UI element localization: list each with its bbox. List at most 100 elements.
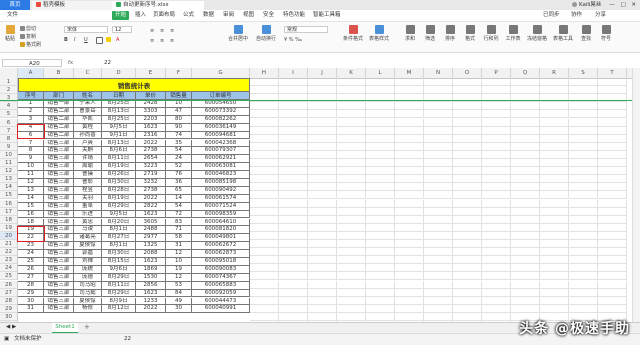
- cell[interactable]: [598, 215, 627, 224]
- table-cell[interactable]: 31: [166, 242, 192, 251]
- row-header-15[interactable]: 15: [0, 191, 18, 200]
- cell[interactable]: [424, 150, 453, 159]
- table-cell[interactable]: 2316: [136, 131, 166, 140]
- cell[interactable]: [366, 167, 395, 176]
- column-header-k[interactable]: K: [337, 68, 366, 78]
- cell[interactable]: [395, 126, 424, 135]
- fill-color-button[interactable]: [106, 37, 112, 43]
- cell[interactable]: [366, 110, 395, 119]
- cell[interactable]: [308, 223, 337, 232]
- cell[interactable]: [540, 191, 569, 200]
- cell[interactable]: [511, 183, 540, 192]
- cell[interactable]: [337, 199, 366, 208]
- cell[interactable]: [279, 280, 308, 289]
- cell[interactable]: [308, 231, 337, 240]
- cell[interactable]: [598, 296, 627, 305]
- column-header-d[interactable]: D: [102, 68, 136, 78]
- cell[interactable]: [279, 183, 308, 192]
- header-cell[interactable]: 部门: [44, 92, 74, 101]
- cell[interactable]: [453, 264, 482, 273]
- cell[interactable]: [569, 215, 598, 224]
- cell[interactable]: [569, 240, 598, 249]
- column-header-l[interactable]: L: [366, 68, 395, 78]
- cell[interactable]: [540, 175, 569, 184]
- table-cell[interactable]: 76: [166, 171, 192, 179]
- row-header-8[interactable]: 8: [0, 134, 18, 143]
- table-cell[interactable]: 1325: [136, 242, 166, 251]
- column-header-p[interactable]: P: [482, 68, 511, 78]
- cell[interactable]: [511, 126, 540, 135]
- table-cell[interactable]: 3605: [136, 218, 166, 227]
- table-cell[interactable]: 郭嘉: [74, 250, 102, 258]
- table-cell[interactable]: 销售二部: [44, 123, 74, 132]
- cell[interactable]: [366, 175, 395, 184]
- table-cell[interactable]: 53: [166, 281, 192, 290]
- cell[interactable]: [540, 126, 569, 135]
- cell[interactable]: [308, 272, 337, 281]
- table-cell[interactable]: 28: [18, 281, 44, 290]
- cell[interactable]: [308, 175, 337, 184]
- cell[interactable]: [395, 296, 424, 305]
- table-cell[interactable]: 19: [166, 265, 192, 274]
- cell[interactable]: [569, 264, 598, 273]
- cell[interactable]: [598, 240, 627, 249]
- cell[interactable]: [395, 142, 424, 151]
- table-cell[interactable]: 600090083: [192, 265, 250, 274]
- font-color-button[interactable]: A: [116, 37, 119, 43]
- cell[interactable]: [337, 86, 366, 95]
- cell[interactable]: [511, 248, 540, 257]
- table-cell[interactable]: 8月19日: [102, 163, 136, 172]
- header-cell[interactable]: 单价: [136, 92, 166, 101]
- cell[interactable]: [337, 272, 366, 281]
- cell[interactable]: [279, 296, 308, 305]
- table-cell[interactable]: 600062921: [192, 155, 250, 164]
- cell[interactable]: [453, 159, 482, 168]
- cell[interactable]: [250, 256, 279, 265]
- cell[interactable]: [453, 183, 482, 192]
- cell[interactable]: [337, 215, 366, 224]
- cell[interactable]: [279, 223, 308, 232]
- cell[interactable]: [337, 118, 366, 127]
- cell[interactable]: [453, 248, 482, 257]
- underline-button[interactable]: U: [84, 37, 88, 43]
- table-cell[interactable]: 销售三部: [44, 210, 74, 219]
- vertical-scrollbar[interactable]: [632, 68, 640, 332]
- cell[interactable]: [308, 240, 337, 249]
- column-header-s[interactable]: S: [569, 68, 598, 78]
- symbol-button[interactable]: 符号: [598, 25, 614, 42]
- cell[interactable]: [511, 110, 540, 119]
- cell[interactable]: [424, 142, 453, 151]
- cell[interactable]: [308, 199, 337, 208]
- cell[interactable]: [482, 264, 511, 273]
- cell[interactable]: [453, 167, 482, 176]
- cell[interactable]: [337, 207, 366, 216]
- cell[interactable]: [337, 248, 366, 257]
- table-cell[interactable]: 销售三部: [44, 202, 74, 211]
- table-cell[interactable]: 18: [18, 218, 44, 227]
- cell[interactable]: [598, 207, 627, 216]
- cell[interactable]: [366, 264, 395, 273]
- close-icon[interactable]: ✕: [631, 2, 636, 8]
- cell[interactable]: [279, 175, 308, 184]
- cell[interactable]: [569, 191, 598, 200]
- cell[interactable]: [308, 118, 337, 127]
- table-cell[interactable]: 8月6日: [102, 147, 136, 156]
- cell[interactable]: [366, 126, 395, 135]
- table-cell[interactable]: 2654: [136, 155, 166, 164]
- cell[interactable]: [482, 102, 511, 111]
- cell[interactable]: [540, 296, 569, 305]
- cell[interactable]: [453, 288, 482, 297]
- cell[interactable]: [511, 118, 540, 127]
- cell[interactable]: [511, 256, 540, 265]
- column-header-i[interactable]: I: [279, 68, 308, 78]
- cell[interactable]: [540, 256, 569, 265]
- cell[interactable]: [337, 280, 366, 289]
- menu-smart-tools[interactable]: 智能工具箱: [310, 11, 344, 20]
- cell[interactable]: [453, 199, 482, 208]
- table-cell[interactable]: 销售三部: [44, 194, 74, 203]
- cell[interactable]: [424, 159, 453, 168]
- cell[interactable]: [308, 288, 337, 297]
- cell[interactable]: [279, 256, 308, 265]
- cell[interactable]: [511, 207, 540, 216]
- cell[interactable]: [308, 78, 337, 87]
